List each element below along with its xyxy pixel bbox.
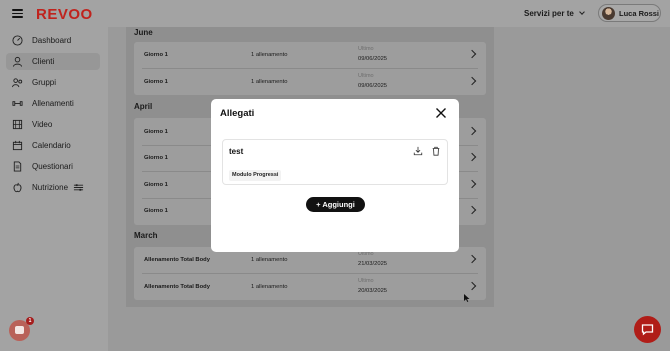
user-menu-button[interactable]: Luca Rossi: [598, 4, 661, 22]
user-icon: [12, 56, 23, 67]
attachment-card: test Modulo Progressi: [222, 139, 448, 185]
user-name: Luca Rossi: [619, 9, 660, 18]
dumbbell-icon: [12, 101, 23, 106]
chevron-right-icon[interactable]: [467, 254, 477, 264]
film-icon: [12, 119, 23, 130]
list-item[interactable]: Allenamento Total Body 1 allenamento Ult…: [134, 274, 486, 300]
row-name: Giorno 1: [144, 182, 168, 188]
calendar-icon: [12, 140, 23, 151]
list-item[interactable]: Giorno 1 1 allenamento Ultimo 09/06/2025: [134, 42, 486, 68]
apple-icon: [13, 182, 22, 193]
section-title-june: June: [134, 28, 153, 37]
sidebar-item-label: Clienti: [32, 57, 55, 66]
section-title-april: April: [134, 102, 153, 111]
section-card-march: Allenamento Total Body 1 allenamento Ult…: [134, 247, 486, 300]
chevron-down-icon: [578, 9, 585, 15]
message-icon: [641, 324, 654, 336]
row-date: 20/03/2025: [358, 288, 388, 294]
attachments-modal: Allegati test Modulo Progressi + Aggiung…: [211, 99, 459, 252]
row-date: 09/06/2025: [358, 83, 388, 89]
row-name: Giorno 1: [144, 155, 168, 161]
notification-badge: 1: [26, 317, 34, 325]
row-last-label: Ultimo: [358, 73, 374, 79]
group-icon: [12, 78, 23, 88]
sidebar-item-clienti[interactable]: Clienti: [6, 53, 100, 70]
download-icon[interactable]: [413, 146, 423, 156]
sidebar-item-label: Dashboard: [32, 36, 72, 45]
sidebar-item-label: Video: [32, 120, 53, 129]
attachment-tag: Modulo Progressi: [229, 170, 282, 181]
sidebar-item-dashboard[interactable]: Dashboard: [6, 32, 100, 49]
chevron-right-icon[interactable]: [467, 205, 477, 215]
row-date: 21/03/2025: [358, 261, 388, 267]
app-logo[interactable]: REVOO: [36, 6, 93, 23]
section-title-march: March: [134, 231, 158, 240]
services-label: Servizi per te: [524, 9, 574, 18]
sidebar-item-nutrizione[interactable]: Nutrizione: [6, 179, 100, 196]
hamburger-menu-icon[interactable]: [12, 9, 23, 18]
chat-button[interactable]: [634, 316, 661, 343]
sidebar-item-label: Calendario: [32, 141, 71, 150]
chevron-right-icon[interactable]: [467, 126, 477, 136]
settings-sliders-icon: [73, 184, 84, 191]
sidebar-item-allenamenti[interactable]: Allenamenti: [6, 95, 100, 112]
sidebar: Dashboard Clienti Gruppi Allenamenti Vid…: [0, 27, 108, 351]
row-count: 1 allenamento: [251, 52, 288, 58]
trash-icon[interactable]: [431, 146, 441, 156]
gauge-icon: [12, 35, 23, 46]
row-last-label: Ultimo: [358, 278, 374, 284]
sidebar-item-label: Nutrizione: [32, 183, 69, 192]
row-name: Allenamento Total Body: [144, 257, 210, 263]
chevron-right-icon[interactable]: [467, 152, 477, 162]
row-count: 1 allenamento: [251, 257, 288, 263]
row-name: Giorno 1: [144, 79, 168, 85]
list-item[interactable]: Giorno 1 1 allenamento Ultimo 09/06/2025: [134, 69, 486, 95]
top-bar: REVOO Servizi per te Luca Rossi: [0, 0, 670, 27]
services-dropdown[interactable]: Servizi per te: [524, 9, 585, 18]
sidebar-item-questionari[interactable]: Questionari: [6, 158, 100, 175]
sidebar-item-gruppi[interactable]: Gruppi: [6, 74, 100, 91]
row-count: 1 allenamento: [251, 79, 288, 85]
row-last-label: Ultimo: [358, 46, 374, 52]
sidebar-item-label: Gruppi: [32, 78, 57, 87]
avatar: [602, 7, 615, 20]
sidebar-item-video[interactable]: Video: [6, 116, 100, 133]
sidebar-item-calendario[interactable]: Calendario: [6, 137, 100, 154]
row-name: Giorno 1: [144, 52, 168, 58]
row-name: Allenamento Total Body: [144, 284, 210, 290]
sidebar-item-label: Allenamenti: [32, 99, 74, 108]
attachment-name: test: [229, 147, 244, 156]
row-name: Giorno 1: [144, 129, 168, 135]
sidebar-item-label: Questionari: [32, 162, 73, 171]
row-date: 09/06/2025: [358, 56, 388, 62]
intercom-launcher[interactable]: 1: [9, 317, 34, 341]
chevron-right-icon[interactable]: [467, 179, 477, 189]
modal-title: Allegati: [220, 108, 255, 119]
chevron-right-icon[interactable]: [467, 76, 477, 86]
mouse-cursor-icon: [464, 294, 470, 302]
chevron-right-icon[interactable]: [467, 49, 477, 59]
row-name: Giorno 1: [144, 208, 168, 214]
close-icon[interactable]: [435, 107, 447, 119]
row-count: 1 allenamento: [251, 284, 288, 290]
chevron-right-icon[interactable]: [467, 281, 477, 291]
document-icon: [13, 161, 22, 172]
section-card-june: Giorno 1 1 allenamento Ultimo 09/06/2025…: [134, 42, 486, 95]
add-button[interactable]: + Aggiungi: [306, 197, 365, 212]
